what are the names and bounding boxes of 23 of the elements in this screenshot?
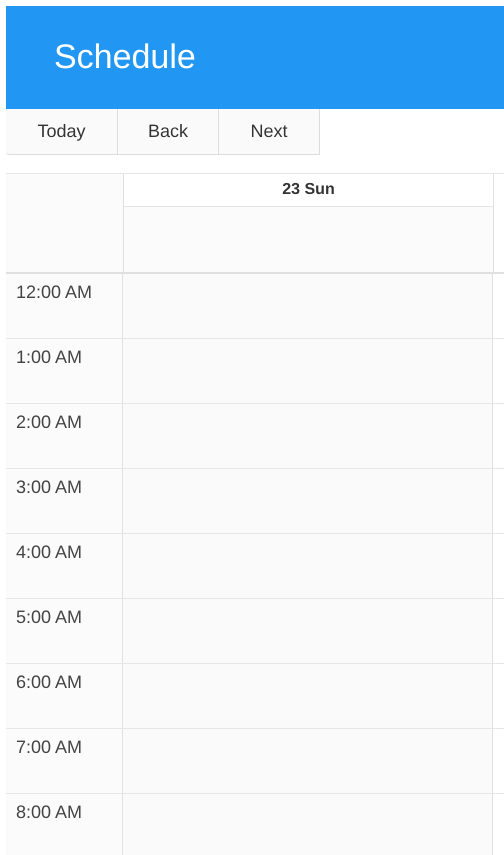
all-day-cell[interactable] [124,207,493,272]
time-slot[interactable] [123,469,493,533]
time-slot[interactable] [123,339,493,403]
time-slot[interactable] [123,664,493,728]
time-label: 6:00 AM [6,664,123,728]
time-label: 3:00 AM [6,469,123,533]
time-label: 5:00 AM [6,599,123,663]
time-slot[interactable] [123,794,493,855]
time-label: 4:00 AM [6,534,123,598]
time-label: 8:00 AM [6,794,123,855]
toolbar-button[interactable]: Back [118,109,219,155]
time-slot[interactable] [123,729,493,793]
page-title: Schedule [54,38,196,77]
time-label: 12:00 AM [6,274,123,338]
time-slot[interactable] [123,599,493,663]
time-label: 7:00 AM [6,729,123,793]
time-label: 2:00 AM [6,404,123,468]
toolbar-button[interactable]: Today [6,109,118,155]
time-slot[interactable] [123,534,493,598]
time-slot[interactable] [123,274,493,338]
toolbar-button[interactable]: Next [219,109,320,155]
time-label: 1:00 AM [6,339,123,403]
time-slot[interactable] [123,404,493,468]
